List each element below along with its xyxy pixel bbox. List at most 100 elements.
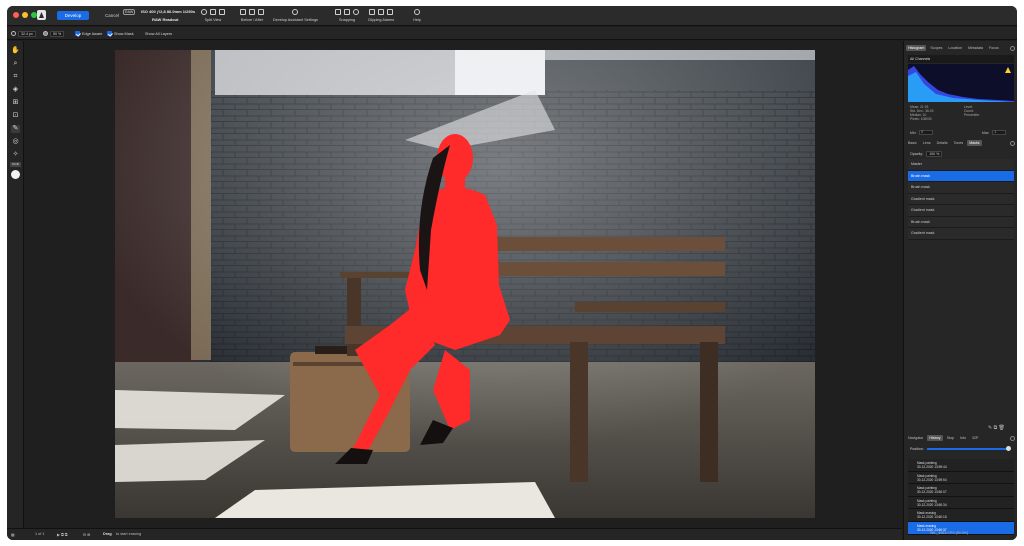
- mask-item-brush-2[interactable]: Brush mask: [908, 182, 1014, 194]
- tab-location[interactable]: Location: [946, 45, 964, 51]
- channels-select[interactable]: All Channels: [908, 55, 1014, 63]
- help-label: Help: [413, 18, 421, 22]
- mask-item-brush-3[interactable]: Brush mask: [908, 216, 1014, 228]
- brush-opacity-field[interactable]: 50 %: [50, 30, 65, 37]
- close-window-button[interactable]: [13, 12, 19, 18]
- crop-tool-icon[interactable]: ⌗: [11, 73, 20, 81]
- mask-item-gradient-3[interactable]: Gradient mask: [908, 228, 1014, 240]
- tab-history[interactable]: History: [927, 435, 943, 441]
- zoom-tool-icon[interactable]: ⌕: [11, 60, 20, 68]
- show-all-layers-button[interactable]: Show All Layers: [145, 30, 172, 37]
- context-toolbar: 32.4 px 50 % Edge Aware Show Mask Show A…: [7, 27, 1017, 40]
- history-item[interactable]: Mask painting 30-12-2020 13:60:07: [908, 484, 1014, 497]
- tab-details[interactable]: Details: [935, 140, 950, 146]
- histogram-stats-right: Level: Count: Percentile:: [964, 105, 980, 117]
- max-field[interactable]: 1: [992, 130, 1007, 135]
- tab-histogram[interactable]: Histogram: [906, 45, 927, 51]
- snapping-grid-icon: [344, 9, 350, 15]
- brush-size-field[interactable]: 32.4 px: [18, 30, 36, 37]
- grid-icon[interactable]: ▦: [11, 532, 15, 537]
- histogram-min[interactable]: Min: 0: [910, 130, 934, 135]
- straighten-tool-icon[interactable]: ◈: [11, 86, 20, 94]
- compare-icons[interactable]: ⊟ ⊞: [83, 532, 90, 537]
- perspective-tool-icon[interactable]: ⊞: [11, 99, 20, 107]
- status-bar: ▦ 1 of 1 ▶ ⧉ ⧉ ⊟ ⊞ Drag to start erasing: [7, 528, 902, 540]
- brush-color-swatch[interactable]: [11, 170, 20, 179]
- develop-button[interactable]: Develop: [57, 11, 89, 20]
- mask-opacity-label: Opacity:: [910, 152, 924, 156]
- mask-opacity-field[interactable]: 100 %: [926, 151, 943, 157]
- tab-masks[interactable]: Masks: [967, 140, 982, 146]
- brush-size-control[interactable]: 32.4 px: [11, 30, 36, 37]
- show-mask-checkbox[interactable]: Show Mask: [107, 30, 134, 37]
- history-collapse-icon[interactable]: [1010, 436, 1015, 441]
- panel-collapse-icon[interactable]: [1010, 46, 1015, 51]
- color-mode-badge[interactable]: RGB: [10, 162, 21, 167]
- mask-item-brush-1[interactable]: Brush mask: [908, 170, 1014, 182]
- color-picker-tool-icon[interactable]: ✧: [11, 151, 20, 159]
- app-logo-icon: [37, 10, 46, 20]
- tab-basic[interactable]: Basic: [906, 140, 919, 146]
- image-canvas[interactable]: [25, 41, 902, 533]
- min-label: Min:: [910, 130, 917, 135]
- mask-list: Master Brush mask Brush mask Gradient ma…: [908, 159, 1014, 240]
- tab-scopes[interactable]: Scopes: [928, 45, 944, 51]
- photo-preview[interactable]: [115, 50, 815, 518]
- history-item[interactable]: Mask painting 30-12-2020 13:59:44: [908, 459, 1014, 472]
- raw-badge: RAW: [123, 9, 136, 15]
- tab-tones[interactable]: Tones: [952, 140, 966, 146]
- hand-tool-icon[interactable]: ✋: [11, 47, 20, 55]
- play-icon[interactable]: ▶ ⧉ ⧉: [57, 532, 67, 537]
- position-label: Position:: [910, 447, 924, 451]
- clipping-highlights-icon: [378, 9, 384, 15]
- minimize-window-button[interactable]: [22, 12, 28, 18]
- status-hint-bold: Drag: [103, 532, 112, 536]
- tab-info[interactable]: Info: [958, 435, 968, 441]
- photo-image: [115, 50, 815, 518]
- opacity-icon: [43, 31, 48, 36]
- show-all-layers-label: Show All Layers: [145, 31, 173, 36]
- show-mask-check-icon: [107, 31, 112, 36]
- clipping-alarms-group[interactable]: Clipping Alarms: [361, 9, 401, 23]
- brush-opacity-control[interactable]: 50 %: [43, 30, 65, 37]
- tab-metadata[interactable]: Metadata: [966, 45, 985, 51]
- tab-stop[interactable]: Stop: [945, 435, 956, 441]
- gradient-mask-tool-icon[interactable]: ◎: [11, 138, 20, 146]
- help-group[interactable]: Help: [405, 9, 429, 23]
- position-slider[interactable]: [926, 446, 1011, 451]
- tab-32p[interactable]: 32P: [970, 435, 980, 441]
- develop-assistant-group[interactable]: Develop Assistant Settings: [273, 9, 318, 23]
- histogram-stats-left: Mean: 21.93 Std. Dev.: 36.03 Median: 10 …: [910, 105, 933, 121]
- before-after-group[interactable]: Before / After: [234, 9, 270, 23]
- mask-item-master[interactable]: Master: [908, 159, 1014, 171]
- tab-navigator[interactable]: Navigator: [906, 435, 925, 441]
- split-view-group[interactable]: Split View: [195, 9, 231, 23]
- retouch-tool-icon[interactable]: ⊡: [11, 112, 20, 120]
- history-item[interactable]: Mask painting 30-12-2020 13:60:34: [908, 496, 1014, 510]
- history-position[interactable]: Position:: [910, 446, 1011, 451]
- split-view-icon: [210, 9, 216, 15]
- history-item[interactable]: Mask painting 30-12-2020 13:59:54: [908, 471, 1014, 485]
- tab-focus[interactable]: Focus: [987, 45, 1001, 51]
- mask-item-gradient-2[interactable]: Gradient mask: [908, 205, 1014, 217]
- raw-readout-label: RAW Readout: [152, 17, 179, 22]
- adjustments-collapse-icon[interactable]: [1010, 141, 1015, 146]
- before-after-label: Before / After: [240, 18, 264, 22]
- histogram-chart: [908, 64, 1014, 102]
- history-item-date: 30-12-2020 13:60:07: [917, 490, 947, 495]
- history-item[interactable]: Mask erasing 30-12-2020 13:60:18: [908, 509, 1014, 522]
- mask-action-icons[interactable]: ✎ ⧉ 🗑: [988, 425, 1005, 431]
- develop-assistant-label: Develop Assistant Settings: [273, 18, 318, 22]
- tools-panel: ✋ ⌕ ⌗ ◈ ⊞ ⊡ ✎ ◎ ✧ RGB: [7, 41, 24, 528]
- histogram-max[interactable]: Max: 1: [982, 130, 1007, 135]
- edge-aware-checkbox[interactable]: Edge Aware: [75, 30, 102, 37]
- min-field[interactable]: 0: [919, 130, 934, 135]
- stat-pixels: Pixels: 108000: [910, 117, 932, 121]
- before-icon: [240, 9, 246, 15]
- tab-lens[interactable]: Lens: [921, 140, 933, 146]
- mask-item-gradient-1[interactable]: Gradient mask: [908, 193, 1014, 205]
- mask-brush-tool-icon[interactable]: ✎: [11, 125, 20, 133]
- stat-percentile: Percentile:: [964, 113, 980, 117]
- top-panel-tabs: Histogram Scopes Location Metadata Focus: [906, 44, 1015, 52]
- adjustment-tabs: Basic Lens Details Tones Masks: [906, 139, 1015, 147]
